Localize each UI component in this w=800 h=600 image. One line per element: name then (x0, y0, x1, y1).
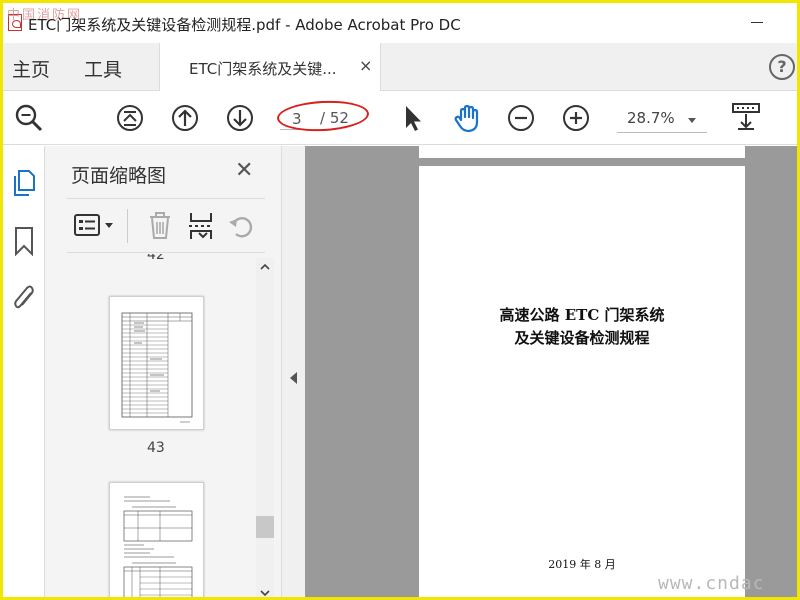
hand-tool-icon[interactable] (451, 102, 483, 134)
select-arrow-icon[interactable] (397, 102, 429, 134)
next-page-icon[interactable] (224, 102, 256, 134)
total-pages: / 52 (320, 109, 349, 127)
minimize-icon[interactable] (751, 22, 763, 23)
scrollbar-thumb[interactable] (256, 516, 274, 538)
delete-icon[interactable] (147, 211, 173, 241)
document-page: 高速公路 ETC 门架系统 及关键设备检测规程 2019 年 8 月 (419, 166, 745, 597)
attachment-icon[interactable] (11, 283, 37, 313)
thumbnail-page-42[interactable] (109, 296, 204, 430)
document-title-line-2: 及关键设备检测规程 (514, 329, 650, 347)
app-window: 中国消防网 ETC门架系统及关键设备检测规程.pdf - Adobe Acrob… (0, 0, 800, 600)
page-navigator: / 52 (280, 104, 370, 134)
document-tab[interactable]: ETC门架系统及关键... × (159, 43, 381, 91)
thumbnail-page-43[interactable] (109, 482, 204, 597)
document-tab-label: ETC门架系统及关键... (189, 60, 337, 78)
previous-page-edge (419, 146, 745, 158)
tab-close-icon[interactable]: × (359, 56, 372, 75)
chevron-down-icon[interactable] (688, 118, 696, 123)
current-page-input[interactable] (280, 108, 310, 130)
panel-toolbar (67, 198, 265, 253)
zoom-out-icon[interactable] (505, 102, 537, 134)
document-viewer[interactable]: 高速公路 ETC 门架系统 及关键设备检测规程 2019 年 8 月 (305, 146, 797, 597)
nav-bar: 主页 工具 ETC门架系统及关键... × ? (3, 43, 797, 91)
thumbnail-preview (121, 312, 193, 423)
first-page-icon[interactable] (114, 102, 146, 134)
panel-close-icon[interactable]: ✕ (235, 158, 253, 183)
toolbar-divider (127, 209, 128, 243)
insert-page-icon[interactable] (187, 211, 215, 241)
scroll-mode-icon[interactable] (730, 100, 762, 132)
collapse-panel-icon[interactable] (290, 372, 297, 384)
title-bar: 中国消防网 ETC门架系统及关键设备检测规程.pdf - Adobe Acrob… (3, 3, 797, 43)
toolbar: / 52 28.7% (3, 92, 797, 145)
help-icon[interactable]: ? (769, 54, 795, 80)
thumbnail-label: 43 (147, 440, 165, 456)
scroll-down-icon[interactable] (260, 588, 270, 598)
previous-page-icon[interactable] (169, 102, 201, 134)
zoom-value: 28.7% (627, 109, 675, 127)
rotate-icon[interactable] (227, 211, 255, 241)
thumbnail-label: 42 (147, 254, 165, 263)
nav-home[interactable]: 主页 (12, 55, 50, 82)
window-title: ETC门架系统及关键设备检测规程.pdf - Adobe Acrobat Pro… (28, 16, 461, 34)
panel-splitter[interactable] (281, 146, 305, 597)
document-title-line-1: 高速公路 ETC 门架系统 (499, 306, 665, 324)
zoom-in-icon[interactable] (560, 102, 592, 134)
thumbnails-scrollbar[interactable] (256, 258, 274, 598)
thumbnail-options-icon[interactable] (73, 213, 117, 239)
scroll-up-icon[interactable] (260, 262, 270, 272)
thumbnails-list: 42 43 (67, 254, 277, 597)
nav-tools[interactable]: 工具 (84, 55, 122, 82)
zoom-search-icon[interactable] (13, 102, 45, 134)
thumbnails-panel: 页面缩略图 ✕ 42 43 (45, 146, 281, 598)
watermark-bottom-right: www.cndac (658, 573, 765, 594)
thumbnail-preview (123, 496, 193, 597)
page-thumbnails-icon[interactable] (11, 168, 37, 198)
panel-title: 页面缩略图 (71, 165, 167, 187)
document-date: 2019 年 8 月 (548, 558, 616, 571)
left-rail (3, 146, 45, 597)
bookmark-icon[interactable] (13, 226, 35, 256)
